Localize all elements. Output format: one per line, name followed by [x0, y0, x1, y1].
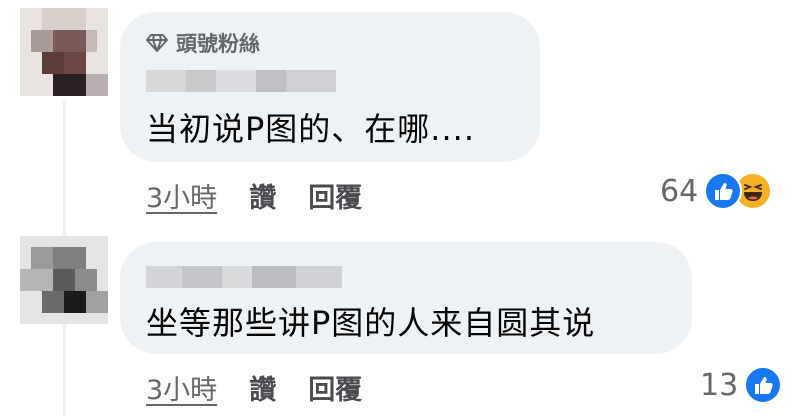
timestamp-link[interactable]: 3小時 — [146, 368, 217, 407]
comment-actions: 3小時 讚 回覆 — [146, 176, 394, 215]
reaction-count: 64 — [660, 173, 699, 209]
like-icon — [704, 172, 743, 210]
comment-bubble: 坐等那些讲P图的人来自圆其说 — [120, 242, 692, 354]
comment-bubble: 頭號粉絲 当初说P图的、在哪.... — [120, 12, 540, 162]
author-name-blurred[interactable] — [146, 70, 336, 92]
comment-text: 当初说P图的、在哪.... — [146, 110, 475, 148]
like-button[interactable]: 讚 — [249, 176, 276, 215]
avatar[interactable] — [20, 8, 108, 96]
badge-label: 頭號粉絲 — [176, 32, 260, 56]
like-button[interactable]: 讚 — [249, 368, 276, 407]
reaction-summary[interactable]: 64 — [660, 172, 773, 210]
reply-button[interactable]: 回覆 — [308, 176, 362, 215]
like-icon — [744, 366, 783, 404]
diamond-icon — [146, 34, 168, 52]
reply-button[interactable]: 回覆 — [308, 368, 362, 407]
reaction-count: 13 — [700, 367, 739, 403]
avatar[interactable] — [20, 236, 108, 324]
timestamp-link[interactable]: 3小時 — [146, 176, 217, 215]
author-name-blurred[interactable] — [146, 266, 342, 288]
top-fan-badge: 頭號粉絲 — [146, 28, 260, 58]
comment-actions: 3小時 讚 回覆 — [146, 368, 394, 407]
reaction-summary[interactable]: 13 — [700, 366, 783, 404]
comment-text: 坐等那些讲P图的人来自圆其说 — [146, 304, 596, 342]
